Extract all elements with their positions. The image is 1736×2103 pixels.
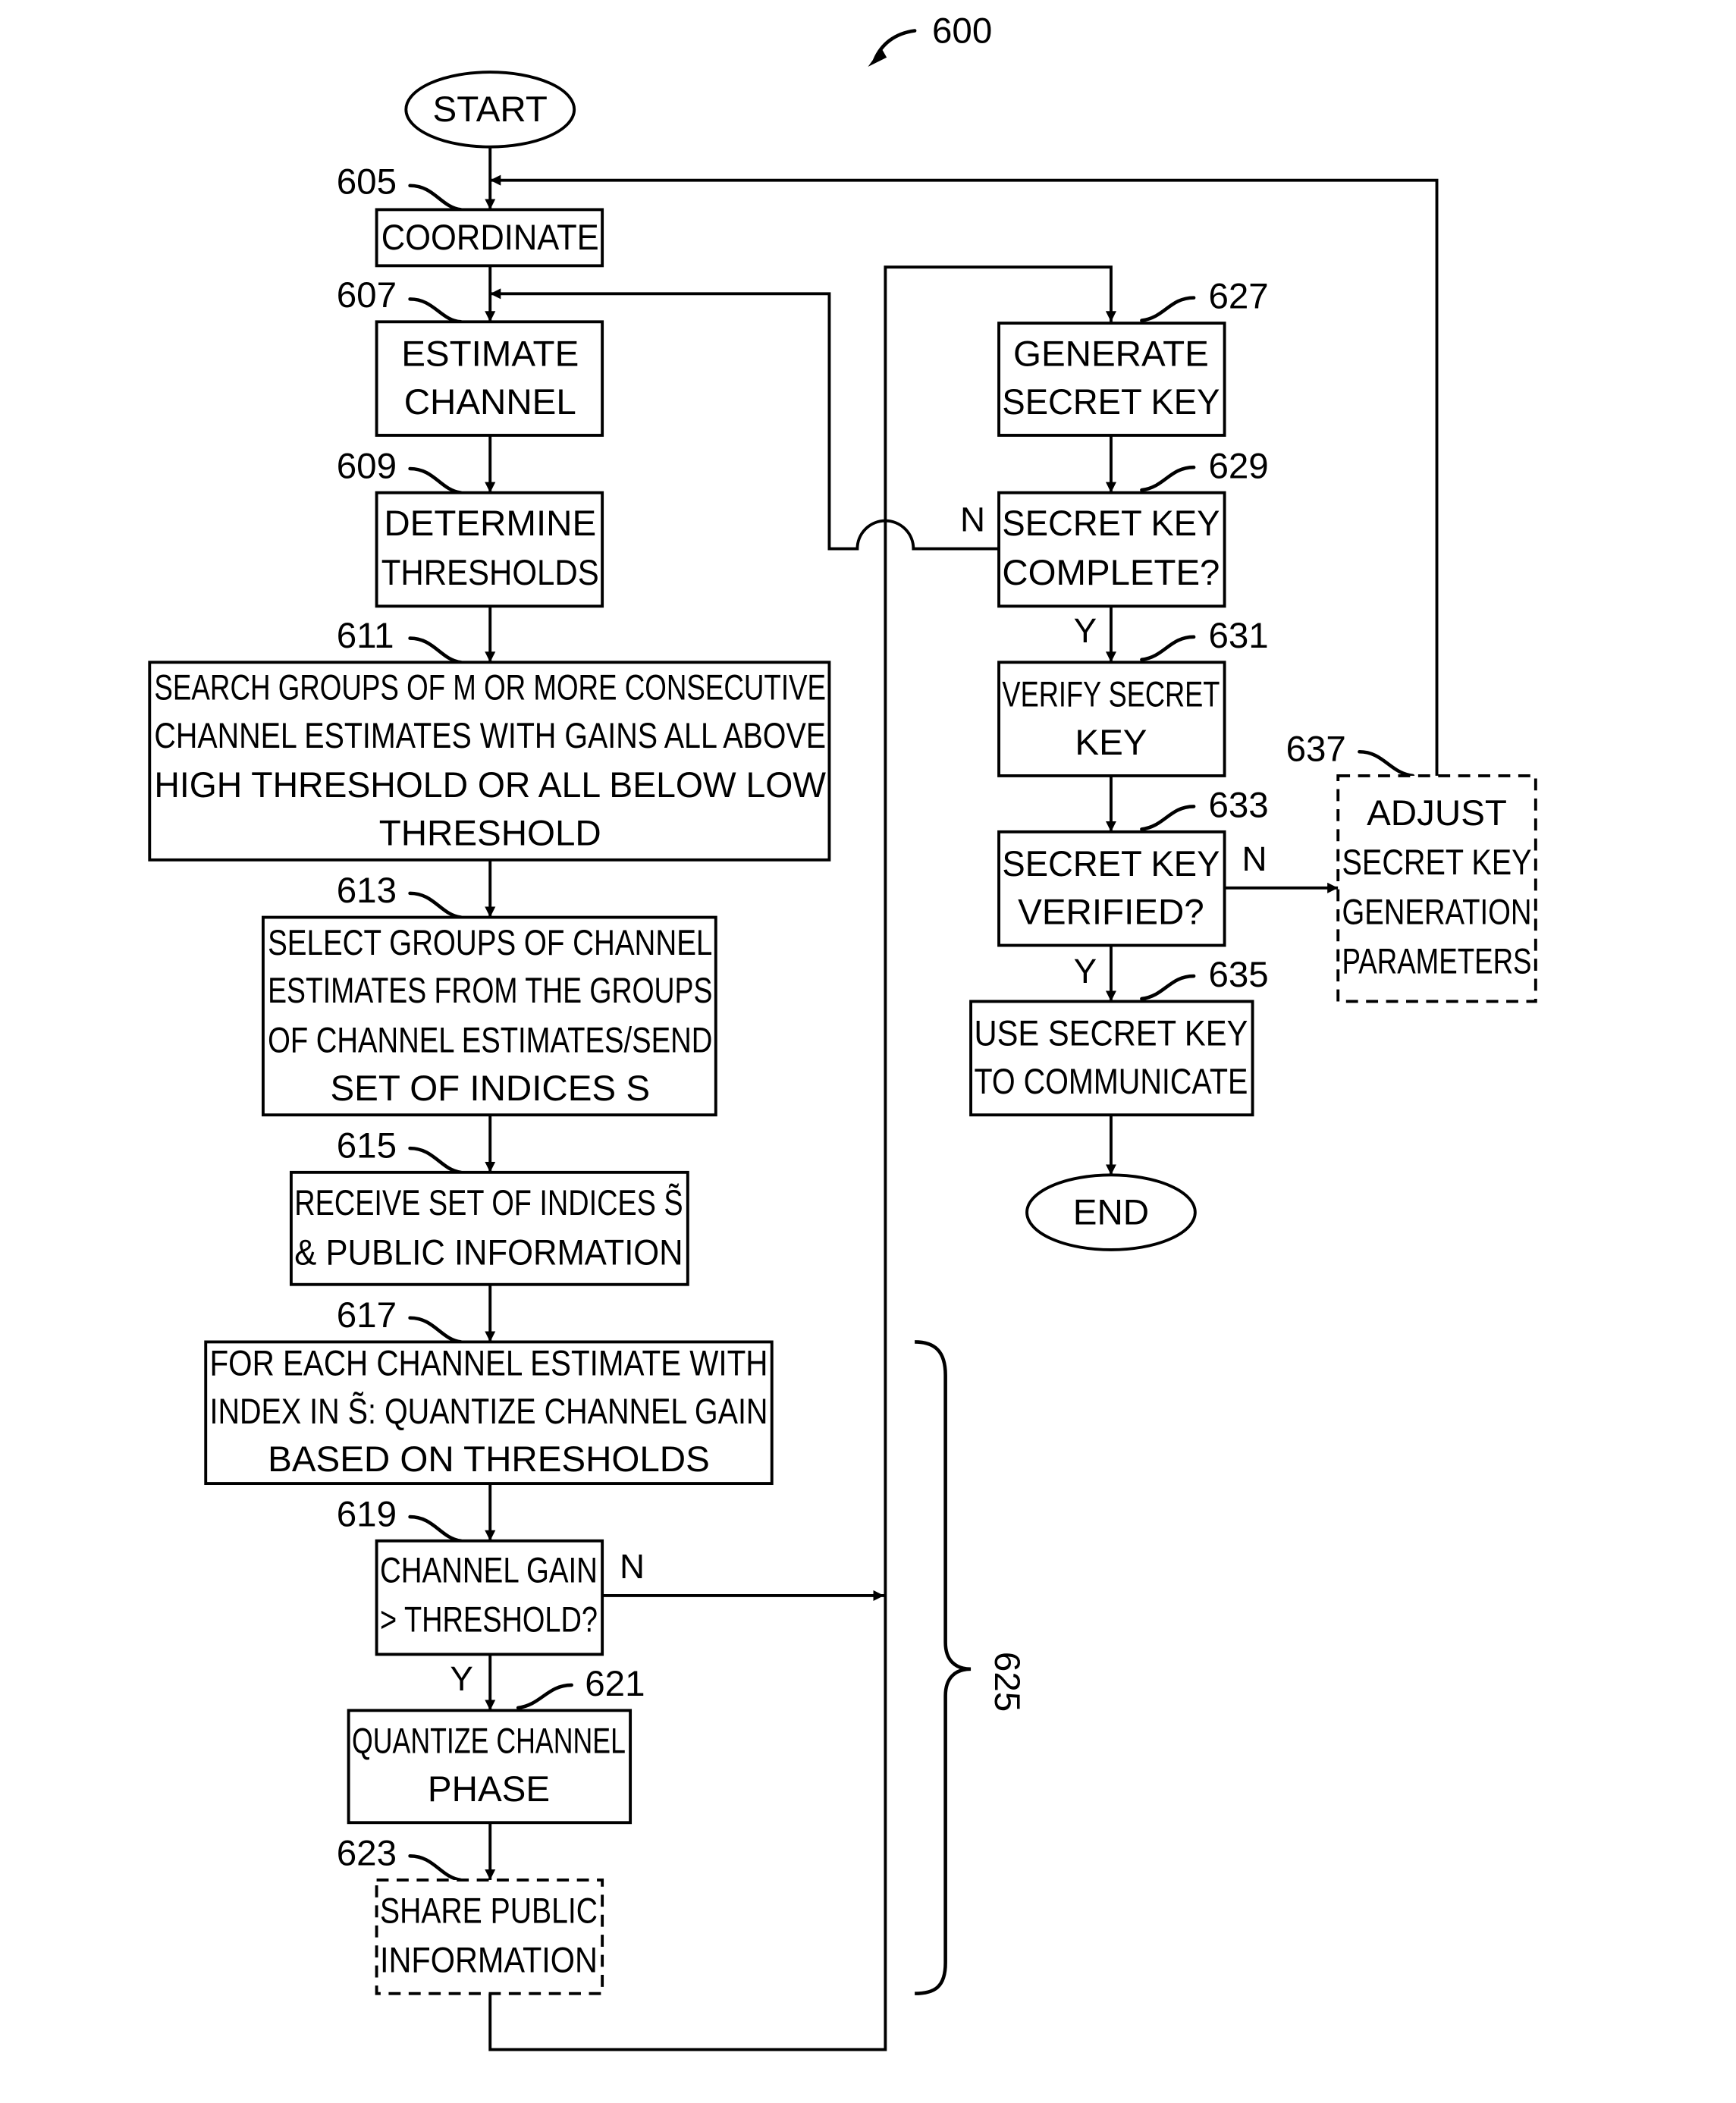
step-text: SECRET KEY	[1002, 844, 1220, 884]
step-text: > THRESHOLD?	[380, 1599, 598, 1640]
step-text: VERIFIED?	[1018, 892, 1204, 932]
step-ref: 631	[1208, 616, 1268, 656]
step-ref: 615	[337, 1125, 397, 1166]
step-635-use-key: 635 USE SECRET KEY TO COMMUNICATE	[969, 955, 1269, 1117]
branch-yes-619: Y	[450, 1659, 473, 1698]
leader-curve-icon	[408, 297, 463, 324]
end-label: END	[1073, 1193, 1149, 1233]
leader-curve-icon	[408, 466, 463, 494]
step-text: TO COMMUNICATE	[974, 1062, 1248, 1102]
flowchart: 600 START 605 COORDINATE 607 ESTIMATE CH…	[148, 11, 1537, 2051]
leader-curve-icon	[1140, 465, 1196, 492]
leader-curve-icon	[408, 891, 463, 919]
step-ref: 629	[1208, 446, 1268, 486]
step-text: CHANNEL	[404, 382, 576, 422]
step-text: PHASE	[428, 1769, 550, 1810]
step-text: OF CHANNEL ESTIMATES/SEND	[268, 1020, 712, 1060]
step-text: QUANTIZE CHANNEL	[352, 1722, 626, 1762]
step-ref: 623	[337, 1834, 397, 1874]
step-607-estimate-channel: 607 ESTIMATE CHANNEL	[337, 275, 604, 437]
step-text: SECRET KEY	[1002, 382, 1220, 422]
step-text: VERIFY SECRET	[1002, 674, 1220, 714]
step-ref: 617	[337, 1295, 397, 1336]
step-623-share-public-info: 623 SHARE PUBLIC INFORMATION	[337, 1834, 604, 1995]
step-text: THRESHOLDS	[381, 553, 599, 593]
step-text: KEY	[1075, 723, 1147, 763]
leader-curve-icon	[1140, 805, 1196, 831]
step-text: CHANNEL ESTIMATES WITH GAINS ALL ABOVE	[154, 716, 826, 756]
start-terminal: START	[404, 71, 576, 149]
step-ref: 619	[337, 1494, 397, 1534]
bracket-625: 625	[915, 1340, 1027, 1995]
decision-619-gain-threshold: 619 CHANNEL GAIN > THRESHOLD?	[337, 1494, 604, 1656]
step-text: SET OF INDICES S	[330, 1069, 650, 1109]
step-ref: 613	[337, 871, 397, 911]
step-text: GENERATION	[1342, 892, 1532, 932]
step-text: CHANNEL GAIN	[380, 1550, 598, 1590]
step-text: USE SECRET KEY	[974, 1014, 1248, 1054]
step-ref: 637	[1286, 730, 1346, 770]
step-text: SHARE PUBLIC	[380, 1891, 598, 1931]
step-text: COMPLETE?	[1002, 553, 1220, 593]
step-text: THRESHOLD	[379, 813, 601, 853]
step-text: GENERATE	[1013, 334, 1209, 374]
step-text: PARAMETERS	[1342, 942, 1532, 982]
step-605-coordinate: 605 COORDINATE	[337, 162, 604, 268]
leader-curve-icon	[1140, 635, 1196, 662]
branch-no-629: N	[960, 501, 985, 539]
leader-curve-icon	[408, 1316, 463, 1344]
step-637-adjust-parameters: 637 ADJUST SECRET KEY GENERATION PARAMET…	[1286, 730, 1537, 1003]
step-ref: 611	[337, 616, 394, 656]
start-label: START	[433, 89, 548, 130]
step-621-quantize-phase: 621 QUANTIZE CHANNEL PHASE	[347, 1664, 645, 1825]
step-text: HIGH THRESHOLD OR ALL BELOW LOW	[154, 765, 826, 805]
step-text: ADJUST	[1367, 793, 1507, 833]
step-ref: 609	[337, 446, 397, 486]
step-text: DETERMINE	[384, 504, 596, 544]
decision-633-key-verified: 633 SECRET KEY VERIFIED?	[997, 786, 1269, 947]
figure-ref-600: 600	[868, 11, 992, 67]
end-terminal: END	[1025, 1173, 1197, 1251]
step-text: INFORMATION	[380, 1940, 598, 1980]
branch-yes-629: Y	[1074, 611, 1097, 650]
leader-curve-icon	[1140, 296, 1196, 322]
decision-629-key-complete: 629 SECRET KEY COMPLETE?	[997, 446, 1269, 608]
figure-ref-label: 600	[932, 11, 992, 51]
branch-no-633: N	[1242, 840, 1267, 878]
step-text: SECRET KEY	[1002, 504, 1220, 544]
step-609-determine-thresholds: 609 DETERMINE THRESHOLDS	[337, 446, 604, 608]
step-text: & PUBLIC INFORMATION	[294, 1232, 683, 1273]
step-text: ESTIMATE	[401, 334, 579, 374]
leader-curve-icon	[408, 636, 463, 664]
step-text: FOR EACH CHANNEL ESTIMATE WITH	[210, 1343, 768, 1383]
leader-curve-icon	[516, 1683, 573, 1710]
step-text: RECEIVE SET OF INDICES S̃	[294, 1182, 683, 1223]
step-text: SEARCH GROUPS OF M OR MORE CONSECUTIVE	[154, 668, 826, 708]
step-631-verify-key: 631 VERIFY SECRET KEY	[997, 616, 1269, 777]
bracket-ref: 625	[987, 1652, 1027, 1712]
leader-curve-icon	[408, 1853, 463, 1882]
leader-curve-icon	[1358, 749, 1415, 778]
leader-curve-icon	[1140, 974, 1196, 1001]
step-ref: 627	[1208, 277, 1268, 317]
step-text: ESTIMATES FROM THE GROUPS	[268, 971, 712, 1011]
step-ref: 605	[337, 162, 397, 202]
leader-curve-icon	[408, 1514, 463, 1543]
step-ref: 607	[337, 275, 397, 315]
step-text: BASED ON THRESHOLDS	[268, 1439, 710, 1480]
step-ref: 635	[1208, 955, 1268, 995]
step-text: INDEX IN S̃: QUANTIZE CHANNEL GAIN	[210, 1391, 768, 1432]
step-text: COORDINATE	[381, 218, 599, 258]
brace-icon	[915, 1340, 972, 1995]
step-text: SELECT GROUPS OF CHANNEL	[268, 923, 712, 963]
step-627-generate-key: 627 GENERATE SECRET KEY	[997, 277, 1269, 437]
branch-no-619: N	[620, 1547, 645, 1586]
step-ref: 621	[585, 1664, 645, 1704]
step-ref: 633	[1208, 786, 1268, 826]
leader-curve-icon	[408, 1146, 463, 1175]
branch-yes-633: Y	[1074, 952, 1097, 990]
step-text: SECRET KEY	[1342, 843, 1532, 883]
leader-curve-icon	[408, 184, 463, 212]
